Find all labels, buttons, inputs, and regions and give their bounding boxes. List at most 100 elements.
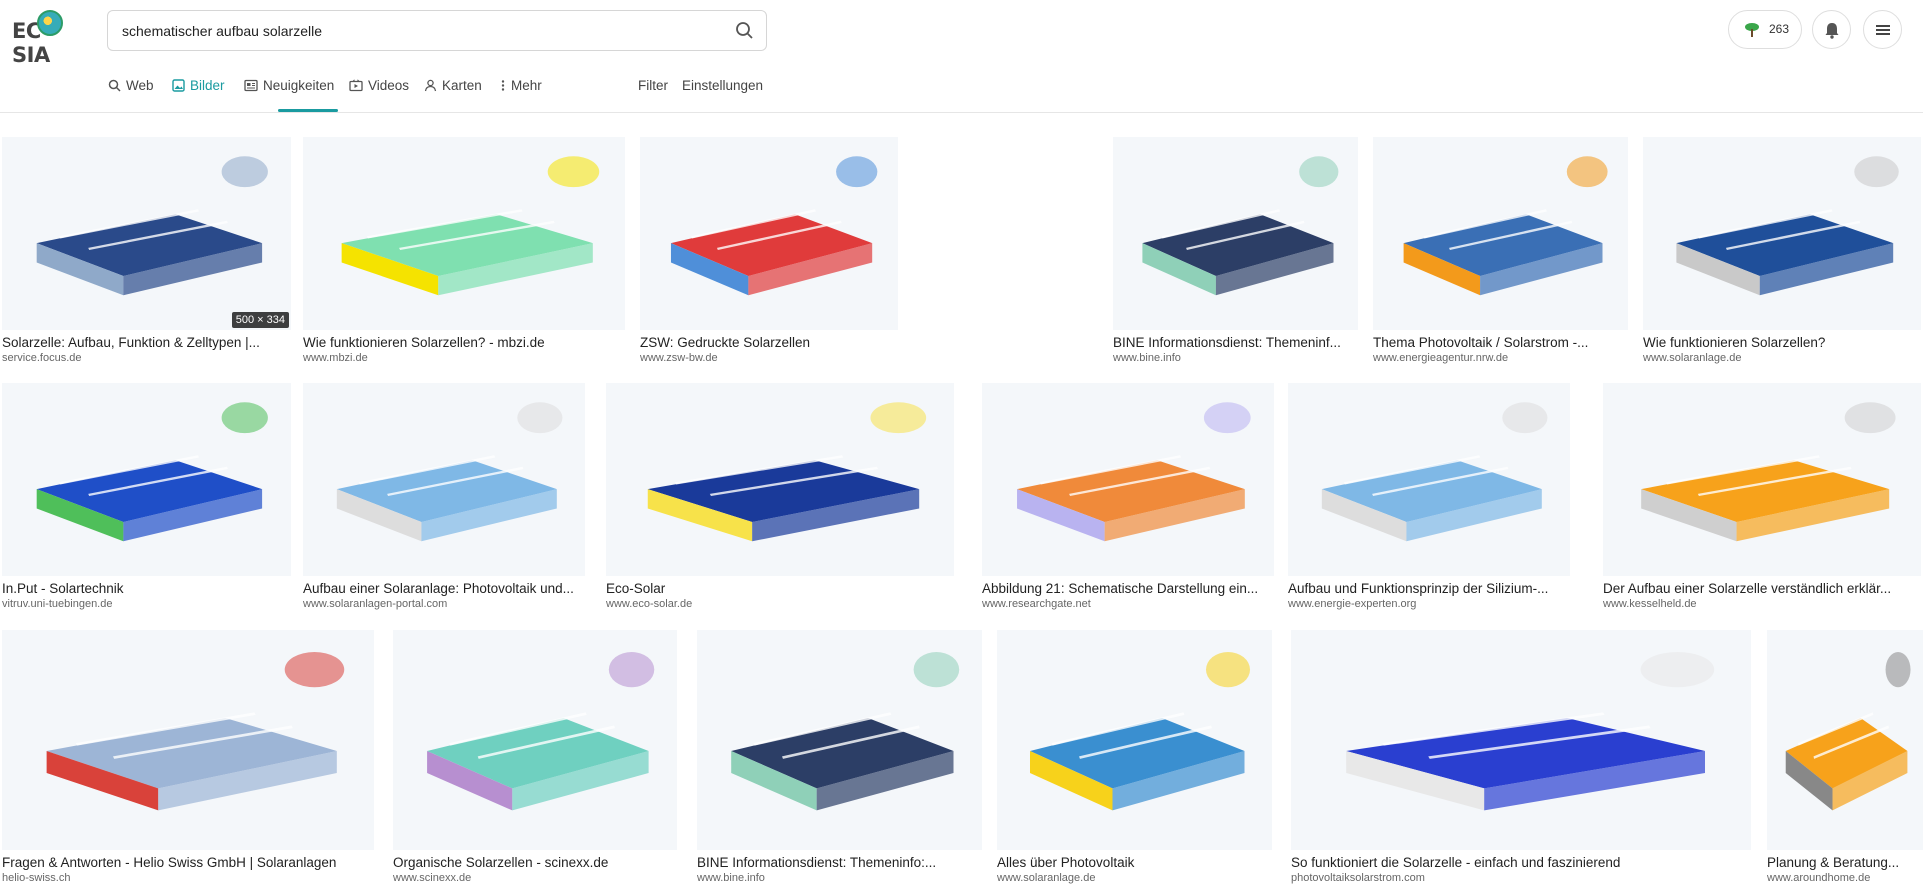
bell-icon [1825,23,1839,39]
tab-web-label: Web [126,78,154,93]
tree-count: 263 [1769,22,1790,36]
result-source[interactable]: www.aroundhome.de [1767,872,1923,884]
result-source[interactable]: www.energieagentur.nrw.de [1373,352,1628,364]
tab-web[interactable]: Web [108,78,154,111]
result-title[interactable]: Solarzelle: Aufbau, Funktion & Zelltypen… [2,335,291,350]
tab-images[interactable]: Bilder [172,78,225,111]
tree-icon [1745,23,1759,37]
result-image-graphic [393,630,677,850]
tab-videos[interactable]: Videos [349,78,409,111]
top-bar: EC SIA 263 Web Bilder Neuigkeiten Videos… [0,0,1923,113]
result-image[interactable] [1291,630,1751,850]
result-image[interactable] [303,383,585,576]
result-title[interactable]: BINE Informationsdienst: Themeninf... [1113,335,1358,350]
tree-counter-button[interactable]: 263 [1728,10,1802,49]
result-source[interactable]: www.energie-experten.org [1288,598,1570,610]
result-source[interactable]: www.scinexx.de [393,872,677,884]
result-image[interactable] [697,630,982,850]
result-image-graphic [1643,137,1921,330]
result-source[interactable]: www.bine.info [1113,352,1358,364]
tab-more-label: Mehr [511,78,542,93]
result-image[interactable] [606,383,954,576]
result-image[interactable] [640,137,898,330]
tab-news[interactable]: Neuigkeiten [244,78,334,111]
tab-news-label: Neuigkeiten [263,78,335,93]
result-source[interactable]: www.eco-solar.de [606,598,954,610]
result-title[interactable]: Der Aufbau einer Solarzelle verständlich… [1603,581,1921,596]
result-source[interactable]: vitruv.uni-tuebingen.de [2,598,291,610]
result-title[interactable]: Eco-Solar [606,581,954,596]
result-image[interactable] [2,630,374,850]
notifications-button[interactable] [1812,10,1851,49]
result-image[interactable] [1643,137,1921,330]
menu-button[interactable] [1863,10,1902,49]
result-source[interactable]: www.kesselheld.de [1603,598,1921,610]
result-image-graphic [2,383,291,576]
result-image-graphic [1373,137,1628,330]
result-image[interactable] [393,630,677,850]
settings-button[interactable]: Einstellungen [682,78,763,111]
result-image-graphic [303,383,585,576]
tab-maps[interactable]: Karten [424,78,482,111]
search-input[interactable] [122,19,702,43]
result-title[interactable]: Abbildung 21: Schematische Darstellung e… [982,581,1274,596]
tab-maps-label: Karten [442,78,482,93]
result-image-graphic [697,630,982,850]
search-box [107,10,767,51]
result-title[interactable]: So funktioniert die Solarzelle - einfach… [1291,855,1751,870]
result-title[interactable]: Aufbau und Funktionsprinzip der Silizium… [1288,581,1570,596]
result-source[interactable]: www.solaranlage.de [1643,352,1921,364]
result-image[interactable] [1603,383,1921,576]
result-title[interactable]: Aufbau einer Solaranlage: Photovoltaik u… [303,581,585,596]
result-image[interactable]: 500 × 334 [2,137,291,330]
hamburger-icon [1876,25,1890,35]
filter-label: Filter [638,78,668,93]
tab-images-label: Bilder [190,78,225,93]
search-icon[interactable] [734,20,756,42]
tab-more[interactable]: Mehr [500,78,542,111]
newspaper-icon [244,79,258,92]
result-image[interactable] [1113,137,1358,330]
result-title[interactable]: In.Put - Solartechnik [2,581,291,596]
result-image[interactable] [2,383,291,576]
result-source[interactable]: www.mbzi.de [303,352,625,364]
result-title[interactable]: Wie funktionieren Solarzellen? - mbzi.de [303,335,625,350]
globe-icon [37,10,63,36]
result-image-graphic [1603,383,1921,576]
image-icon [172,79,185,92]
result-image-graphic [1113,137,1358,330]
result-source[interactable]: www.zsw-bw.de [640,352,898,364]
result-image[interactable] [303,137,625,330]
result-source[interactable]: service.focus.de [2,352,291,364]
result-source[interactable]: www.bine.info [697,872,982,884]
result-image-graphic [303,137,625,330]
result-title[interactable]: Thema Photovoltaik / Solarstrom -... [1373,335,1628,350]
result-title[interactable]: Wie funktionieren Solarzellen? [1643,335,1921,350]
filter-button[interactable]: Filter [638,78,668,111]
result-image[interactable] [1288,383,1570,576]
result-title[interactable]: Fragen & Antworten - Helio Swiss GmbH | … [2,855,374,870]
result-title[interactable]: Planung & Beratung... [1767,855,1923,870]
person-pin-icon [424,79,437,92]
image-size-badge: 500 × 334 [231,312,289,328]
result-image-graphic [606,383,954,576]
result-image-graphic [982,383,1274,576]
result-title[interactable]: Organische Solarzellen - scinexx.de [393,855,677,870]
result-title[interactable]: Alles über Photovoltaik [997,855,1272,870]
result-title[interactable]: BINE Informationsdienst: Themeninfo:... [697,855,982,870]
result-source[interactable]: www.solaranlage.de [997,872,1272,884]
result-source[interactable]: photovoltaiksolarstrom.com [1291,872,1751,884]
search-icon [108,79,121,92]
ecosia-logo[interactable]: EC SIA [12,4,84,67]
result-image[interactable] [997,630,1272,850]
more-vertical-icon [501,80,505,91]
video-icon [349,79,363,92]
result-image-graphic [997,630,1272,850]
result-source[interactable]: www.researchgate.net [982,598,1274,610]
result-source[interactable]: www.solaranlagen-portal.com [303,598,585,610]
result-source[interactable]: helio-swiss.ch [2,872,374,884]
result-image[interactable] [1767,630,1923,850]
result-title[interactable]: ZSW: Gedruckte Solarzellen [640,335,898,350]
result-image[interactable] [982,383,1274,576]
result-image[interactable] [1373,137,1628,330]
